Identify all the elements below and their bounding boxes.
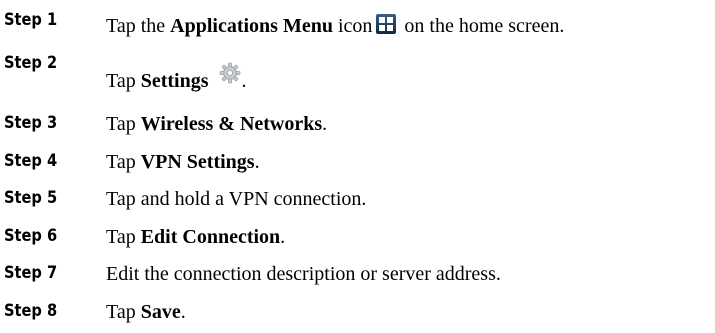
applications-menu-icon <box>376 14 397 34</box>
step-text-segment <box>209 70 214 92</box>
step-text-segment: Tap <box>106 226 141 248</box>
step-text-bold: Save <box>140 301 181 323</box>
step-text-segment: Tap <box>106 70 141 92</box>
step-text-segment: . <box>280 226 286 248</box>
step-2: Step 2 Tap Settings . <box>4 53 709 93</box>
step-text-bold: Applications Menu <box>170 15 333 37</box>
step-label: Step 3 <box>4 113 58 133</box>
step-label: Step 6 <box>4 226 58 246</box>
step-3: Step 3 Tap Wireless & Networks. <box>4 113 709 137</box>
step-7: Step 7 Edit the connection description o… <box>4 263 709 287</box>
step-5: Step 5 Tap and hold a VPN connection. <box>4 188 709 212</box>
step-6: Step 6 Tap Edit Connection. <box>4 226 709 250</box>
step-text: Tap Wireless & Networks. <box>106 113 327 135</box>
step-label: Step 2 <box>4 53 58 73</box>
step-text-segment: Tap and hold a VPN connection. <box>106 188 367 210</box>
step-text-segment: on the home screen. <box>399 15 565 37</box>
step-text: Tap Edit Connection. <box>106 226 285 248</box>
step-text: Edit the connection description or serve… <box>106 263 501 285</box>
step-text-segment: Tap <box>106 151 141 173</box>
step-text: Tap Save. <box>106 301 186 323</box>
step-label: Step 5 <box>4 188 58 208</box>
step-4: Step 4 Tap VPN Settings. <box>4 151 709 175</box>
step-text-segment: . <box>241 70 247 92</box>
step-text-bold: Settings <box>140 70 209 92</box>
step-text-segment: Edit the connection description or serve… <box>106 263 501 285</box>
step-label: Step 1 <box>4 10 58 30</box>
step-label: Step 8 <box>4 301 58 321</box>
step-text: Tap the Applications Menu icon on the ho… <box>106 14 564 37</box>
step-text: Tap VPN Settings. <box>106 151 260 173</box>
step-text-bold: Wireless & Networks <box>140 113 323 135</box>
step-text-segment: Tap <box>106 113 141 135</box>
step-text: Tap and hold a VPN connection. <box>106 188 366 210</box>
step-text-segment: . <box>180 301 186 323</box>
step-label: Step 4 <box>4 151 58 171</box>
step-text-segment: Tap the <box>106 15 171 37</box>
step-text-segment: . <box>322 113 328 135</box>
step-1: Step 1 Tap the Applications Menu icon on… <box>4 10 709 37</box>
step-8: Step 8 Tap Save. <box>4 301 709 325</box>
step-label: Step 7 <box>4 263 58 283</box>
step-text-bold: Edit Connection <box>140 226 281 248</box>
step-text-segment: . <box>254 151 260 173</box>
step-text-segment: Tap <box>106 301 141 323</box>
settings-gear-icon <box>219 62 241 84</box>
step-text: Tap Settings . <box>106 62 247 92</box>
step-text-bold: VPN Settings <box>140 151 255 173</box>
step-text-segment: icon <box>332 15 373 37</box>
